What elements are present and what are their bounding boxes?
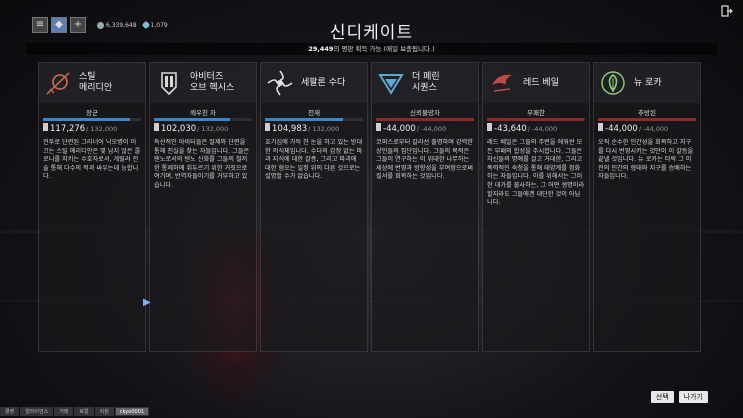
chat-tabs: 클랜 얼라이언스 거래 로컬 지원 ckye0001	[0, 407, 150, 416]
standing-value: 117,276 / 132,000	[43, 123, 141, 134]
chat-tab-trade[interactable]: 거래	[54, 407, 74, 416]
standing-icon	[487, 123, 492, 131]
card-header: 아비터즈 오브 헥시스	[150, 63, 256, 103]
standing-icon	[43, 123, 48, 131]
syndicate-description: 오직 순수한 인간성을 회복하고 지구를 다시 번영시키는 것만이 이 갈등을 …	[598, 139, 694, 181]
standing-bar	[487, 118, 585, 121]
standing-max: / -44,000	[416, 125, 447, 133]
syndicate-description: 독선적인 아비터들은 절제와 단련을 통해 진실을 찾는 자들입니다. 그들은 …	[154, 139, 250, 189]
rank-label: 신뢰불망자	[410, 109, 440, 117]
standing-value: 104,983 / 132,000	[265, 123, 363, 134]
standing-current: 102,030	[161, 124, 197, 134]
syndicate-name: 세팔론 수다	[301, 77, 346, 88]
exit-button[interactable]: 나가기	[678, 391, 708, 403]
bottom-buttons: 선택 나가기	[650, 391, 708, 403]
arbiters-icon	[154, 68, 184, 98]
rank-label: 추방된	[638, 109, 656, 117]
cephalon-suda-icon	[265, 68, 295, 98]
standing-max: / 132,000	[197, 125, 229, 133]
standing-icon	[265, 123, 270, 131]
red-veil-icon	[487, 68, 517, 98]
syndicate-name: 레드 베일	[523, 77, 559, 88]
cursor-icon: ▶	[143, 297, 151, 308]
chat-tab-local[interactable]: 로컬	[74, 407, 94, 416]
syndicate-description: 전투로 단련된 그리너어 낙오병이 이끄는 스틸 메리디안은 몇 남지 않은 콜…	[43, 139, 141, 181]
syndicate-name: 스틸 메리디안	[79, 72, 113, 93]
quit-icon[interactable]	[721, 5, 733, 17]
standing-current: 117,276	[50, 124, 86, 134]
syndicate-card-arbiters[interactable]: 아비터즈 오브 헥시스 깨우친 자 102,030 / 132,000 독선적인…	[149, 62, 257, 352]
daily-standing-text: 의 평판 획득 가능 (매일 보충됩니다.)	[333, 45, 435, 53]
standing-current: -44,000	[383, 124, 416, 134]
standing-bar	[43, 118, 141, 121]
rank-label: 천재	[308, 109, 320, 117]
standing-max: / -44,000	[638, 125, 669, 133]
perrin-sequence-icon	[376, 68, 406, 98]
syndicate-name: 아비터즈 오브 헥시스	[190, 72, 235, 93]
syndicate-description: 호기심에 가득 찬 눈을 하고 있는 방대한 의식체입니다. 수다의 감정 없는…	[265, 139, 363, 181]
standing-value: 102,030 / 132,000	[154, 123, 252, 134]
standing-max: / 132,000	[308, 125, 340, 133]
card-header: 스틸 메리디안	[39, 63, 145, 103]
standing-bar	[265, 118, 363, 121]
steel-meridian-icon	[43, 68, 73, 98]
chat-tab-user[interactable]: ckye0001	[114, 407, 150, 416]
daily-standing-value: 29,449	[308, 45, 334, 53]
syndicate-name: 뉴 로카	[634, 77, 662, 88]
card-header: 레드 베일	[483, 63, 589, 103]
syndicate-card-red-veil[interactable]: 레드 베일 부패한 -43,640 / -44,000 레드 베일은 그들의 주…	[482, 62, 590, 352]
standing-value: -44,000 / -44,000	[376, 123, 474, 134]
rank-label: 깨우친 자	[190, 109, 216, 117]
standing-icon	[154, 123, 159, 131]
syndicate-card-perrin-sequence[interactable]: 더 페린 시퀀스 신뢰불망자 -44,000 / -44,000 코퍼스로부터 …	[371, 62, 479, 352]
card-header: 더 페린 시퀀스	[372, 63, 478, 103]
chat-tab-support[interactable]: 지원	[94, 407, 114, 416]
chat-tab-clan[interactable]: 클랜	[0, 407, 20, 416]
syndicate-description: 코퍼스로부터 갈라선 출명하며 강력한 상인들의 집단입니다. 그들의 목적은 …	[376, 139, 473, 181]
standing-max: / 132,000	[86, 125, 118, 133]
standing-value: -43,640 / -44,000	[487, 123, 585, 134]
syndicate-card-steel-meridian[interactable]: 스틸 메리디안 장군 117,276 / 132,000 전투로 단련된 그리너…	[38, 62, 146, 352]
syndicate-card-cephalon-suda[interactable]: 세팔론 수다 천재 104,983 / 132,000 호기심에 가득 찬 눈을…	[260, 62, 368, 352]
rank-label: 장군	[86, 109, 98, 117]
standing-bar	[154, 118, 252, 121]
standing-bar	[598, 118, 696, 121]
standing-current: 104,983	[272, 124, 308, 134]
standing-current: -44,000	[605, 124, 638, 134]
new-loka-icon	[598, 68, 628, 98]
standing-icon	[376, 123, 381, 131]
rank-label: 부패한	[527, 109, 545, 117]
standing-current: -43,640	[494, 124, 527, 134]
standing-value: -44,000 / -44,000	[598, 123, 696, 134]
syndicate-name: 더 페린 시퀀스	[412, 72, 440, 93]
chat-tab-alliance[interactable]: 얼라이언스	[20, 407, 54, 416]
daily-standing-bar: 29,449의 평판 획득 가능 (매일 보충됩니다.)	[26, 43, 717, 55]
standing-bar	[376, 118, 474, 121]
card-header: 뉴 로카	[594, 63, 700, 103]
syndicate-description: 레드 베일은 그들의 주변을 에워싼 모든 부패의 합성을 주시합니다. 그들은…	[487, 139, 585, 207]
select-button[interactable]: 선택	[650, 391, 674, 403]
page-title: 신디케이트	[329, 23, 414, 43]
syndicate-card-new-loka[interactable]: 뉴 로카 추방된 -44,000 / -44,000 오직 순수한 인간성을 회…	[593, 62, 701, 352]
standing-max: / -44,000	[527, 125, 558, 133]
syndicate-list: 스틸 메리디안 장군 117,276 / 132,000 전투로 단련된 그리너…	[38, 62, 705, 352]
standing-icon	[598, 123, 603, 131]
card-header: 세팔론 수다	[261, 63, 367, 103]
